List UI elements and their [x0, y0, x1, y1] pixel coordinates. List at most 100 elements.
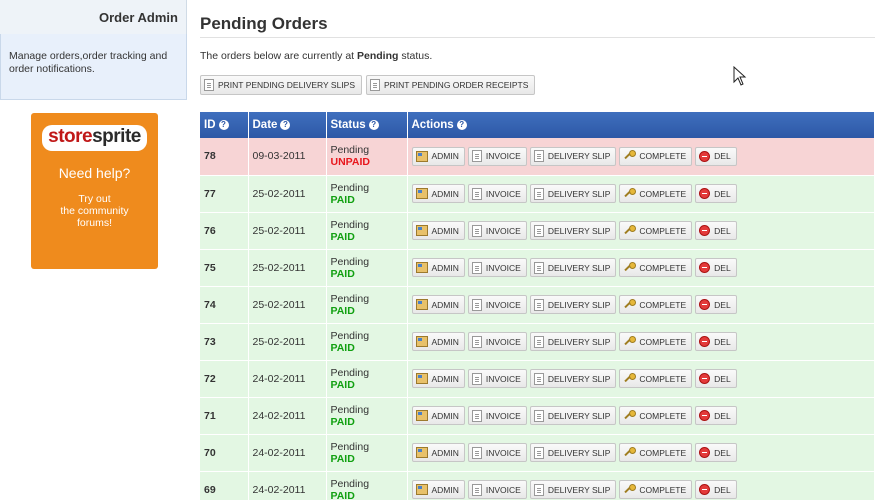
delete-circle-icon: [699, 410, 711, 421]
order-date: 24-02-2011: [248, 434, 327, 472]
delete-button[interactable]: DEL: [695, 406, 737, 425]
delivery-slip-button[interactable]: DELIVERY SLIP: [529, 184, 617, 203]
complete-button[interactable]: COMPLETE: [619, 443, 693, 462]
complete-label: COMPLETE: [639, 336, 687, 347]
delete-label: DEL: [714, 373, 731, 384]
invoice-button[interactable]: INVOICE: [467, 184, 527, 203]
payment-status: PAID: [330, 415, 355, 428]
delete-button[interactable]: DEL: [695, 184, 737, 203]
storesprite-promo[interactable]: storesprite Need help? Try out the commu…: [31, 113, 158, 269]
payment-status: PAID: [330, 230, 355, 243]
table-row: 73 25-02-2011 Pending PAID ADMIN INVOICE…: [200, 323, 875, 361]
table-row: 76 25-02-2011 Pending PAID ADMIN INVOICE…: [200, 212, 875, 250]
delivery-slip-button[interactable]: DELIVERY SLIP: [529, 369, 617, 388]
delete-button[interactable]: DEL: [695, 221, 737, 240]
question-circle-icon[interactable]: ?: [280, 120, 291, 130]
header-date[interactable]: Date?: [248, 112, 327, 138]
payment-status: PAID: [330, 193, 355, 206]
intro-text: The orders below are currently at Pendin…: [200, 50, 875, 64]
complete-button[interactable]: COMPLETE: [619, 258, 693, 277]
admin-button[interactable]: ADMIN: [411, 295, 465, 314]
invoice-button[interactable]: INVOICE: [467, 332, 527, 351]
delivery-slip-button[interactable]: DELIVERY SLIP: [529, 221, 617, 240]
order-actions: ADMIN INVOICE DELIVERY SLIP COMPLETE DEL: [407, 360, 875, 398]
intro-before: The orders below are currently at: [200, 50, 357, 62]
document-icon: [471, 261, 482, 274]
table-row: 69 24-02-2011 Pending PAID ADMIN INVOICE…: [200, 471, 875, 500]
complete-button[interactable]: COMPLETE: [619, 369, 693, 388]
delivery-slip-button[interactable]: DELIVERY SLIP: [529, 480, 617, 499]
status-text: Pending: [330, 440, 370, 453]
order-date: 25-02-2011: [248, 212, 327, 250]
invoice-button[interactable]: INVOICE: [467, 443, 527, 462]
header-status[interactable]: Status?: [326, 112, 408, 138]
admin-button[interactable]: ADMIN: [411, 184, 465, 203]
admin-panel-icon: [415, 484, 428, 495]
admin-button[interactable]: ADMIN: [411, 369, 465, 388]
admin-button[interactable]: ADMIN: [411, 258, 465, 277]
logo-text-sprite: sprite: [92, 126, 141, 147]
admin-button[interactable]: ADMIN: [411, 443, 465, 462]
invoice-button[interactable]: INVOICE: [467, 258, 527, 277]
invoice-label: INVOICE: [485, 410, 521, 421]
delivery-slip-button[interactable]: DELIVERY SLIP: [529, 406, 617, 425]
promo-forum-link[interactable]: Try out the community forums!: [31, 193, 158, 229]
delete-circle-icon: [699, 373, 711, 384]
order-status: Pending PAID: [326, 323, 408, 361]
document-icon: [533, 409, 544, 422]
question-circle-icon[interactable]: ?: [368, 120, 379, 130]
complete-button[interactable]: COMPLETE: [619, 221, 693, 240]
invoice-label: INVOICE: [485, 151, 521, 162]
document-icon: [533, 372, 544, 385]
admin-label: ADMIN: [431, 262, 459, 273]
admin-panel-icon: [415, 336, 428, 347]
promo-help-text: Need help?: [58, 165, 131, 181]
delete-label: DEL: [714, 225, 731, 236]
complete-button[interactable]: COMPLETE: [619, 332, 693, 351]
question-circle-icon[interactable]: ?: [218, 120, 229, 130]
invoice-button[interactable]: INVOICE: [467, 295, 527, 314]
delete-circle-icon: [699, 188, 711, 199]
question-circle-icon[interactable]: ?: [456, 120, 467, 130]
delivery-slip-button[interactable]: DELIVERY SLIP: [529, 295, 617, 314]
order-status: Pending PAID: [326, 397, 408, 435]
admin-panel-icon: [415, 299, 428, 310]
print-delivery-slips-button[interactable]: PRINT PENDING DELIVERY SLIPS: [200, 75, 362, 95]
admin-button[interactable]: ADMIN: [411, 221, 465, 240]
complete-button[interactable]: COMPLETE: [619, 146, 693, 166]
invoice-button[interactable]: INVOICE: [467, 369, 527, 388]
admin-button[interactable]: ADMIN: [411, 146, 465, 166]
invoice-button[interactable]: INVOICE: [467, 480, 527, 499]
delivery-slip-button[interactable]: DELIVERY SLIP: [529, 146, 617, 166]
delete-button[interactable]: DEL: [695, 443, 737, 462]
delete-button[interactable]: DEL: [695, 146, 737, 166]
delete-button[interactable]: DEL: [695, 295, 737, 314]
order-date: 24-02-2011: [248, 360, 327, 398]
delivery-slip-button[interactable]: DELIVERY SLIP: [529, 443, 617, 462]
admin-button[interactable]: ADMIN: [411, 332, 465, 351]
invoice-button[interactable]: INVOICE: [467, 406, 527, 425]
invoice-button[interactable]: INVOICE: [467, 221, 527, 240]
complete-button[interactable]: COMPLETE: [619, 406, 693, 425]
print-order-receipts-button[interactable]: PRINT PENDING ORDER RECEIPTS: [366, 75, 536, 95]
delete-button[interactable]: DEL: [695, 332, 737, 351]
complete-button[interactable]: COMPLETE: [619, 480, 693, 499]
complete-button[interactable]: COMPLETE: [619, 184, 693, 203]
delivery-slip-button[interactable]: DELIVERY SLIP: [529, 332, 617, 351]
admin-button[interactable]: ADMIN: [411, 480, 465, 499]
order-actions: ADMIN INVOICE DELIVERY SLIP COMPLETE DEL: [407, 249, 875, 287]
complete-button[interactable]: COMPLETE: [619, 295, 693, 314]
delete-button[interactable]: DEL: [695, 369, 737, 388]
admin-button[interactable]: ADMIN: [411, 406, 465, 425]
delivery-slip-label: DELIVERY SLIP: [547, 262, 611, 273]
document-icon: [370, 79, 380, 91]
delete-button[interactable]: DEL: [695, 480, 737, 499]
delivery-slip-button[interactable]: DELIVERY SLIP: [529, 258, 617, 277]
status-text: Pending: [330, 292, 370, 305]
pending-orders-table: ID? Date? Status? Actions? 78 09-03-2011…: [200, 112, 875, 500]
header-id[interactable]: ID?: [200, 112, 249, 138]
delete-circle-icon: [699, 262, 711, 273]
delete-button[interactable]: DEL: [695, 258, 737, 277]
admin-label: ADMIN: [431, 410, 459, 421]
invoice-button[interactable]: INVOICE: [467, 146, 527, 166]
